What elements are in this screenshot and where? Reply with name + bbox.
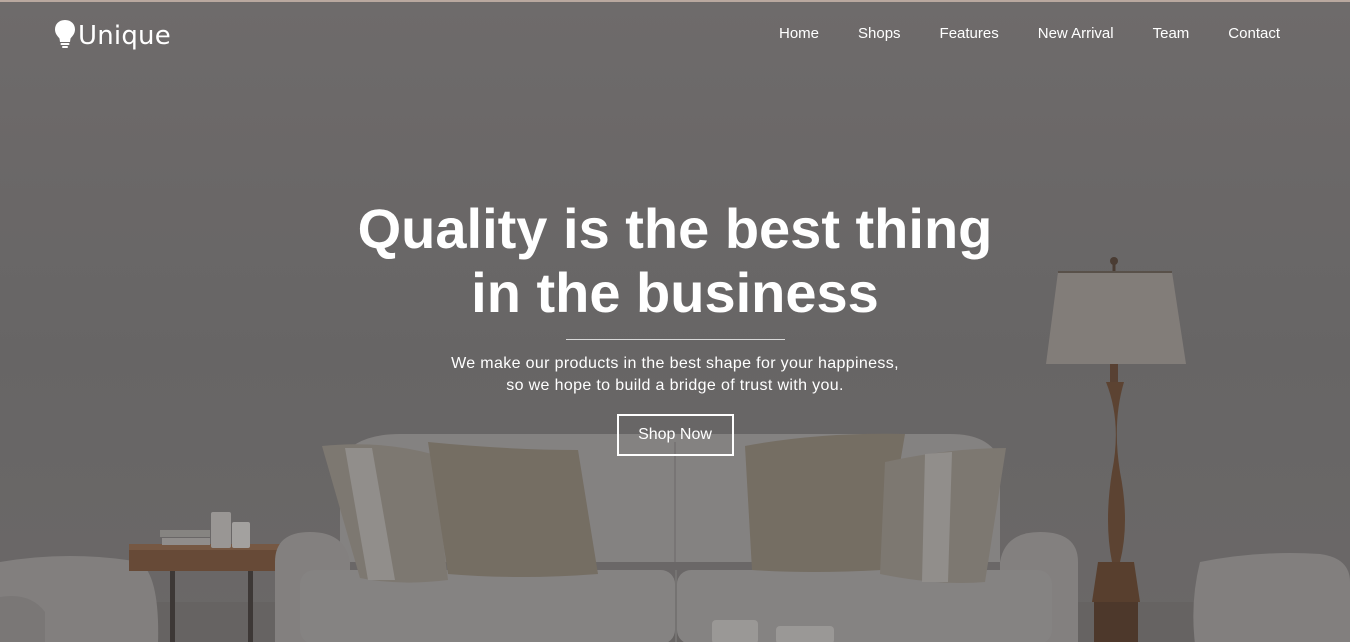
brand-logo[interactable]: Unique [54,16,171,56]
nav-link-team[interactable]: Team [1153,24,1190,44]
nav-link-shops[interactable]: Shops [858,24,901,44]
headline-divider [565,339,785,340]
shop-now-button[interactable]: Shop Now [616,414,734,456]
hero-section: Unique Home Shops Features New Arrival T… [0,0,1350,642]
nav-link-home[interactable]: Home [779,24,819,44]
hero-headline: Quality is the best thing in the busines… [325,197,1025,325]
hero-subtext: We make our products in the best shape f… [415,353,935,397]
hero-content: Quality is the best thing in the busines… [0,197,1350,456]
main-nav: Home Shops Features New Arrival Team Con… [740,24,1280,44]
lightbulb-icon [54,19,76,54]
hero-subtext-line-1: We make our products in the best shape f… [451,355,899,372]
nav-link-features[interactable]: Features [940,24,999,44]
nav-link-new-arrival[interactable]: New Arrival [1038,24,1114,44]
hero-headline-line-1: Quality is the best thing [357,197,993,260]
nav-link-contact[interactable]: Contact [1228,24,1280,44]
hero-subtext-line-2: so we hope to build a bridge of trust wi… [506,377,844,394]
hero-headline-line-2: in the business [471,261,879,324]
brand-name: Unique [78,21,171,51]
